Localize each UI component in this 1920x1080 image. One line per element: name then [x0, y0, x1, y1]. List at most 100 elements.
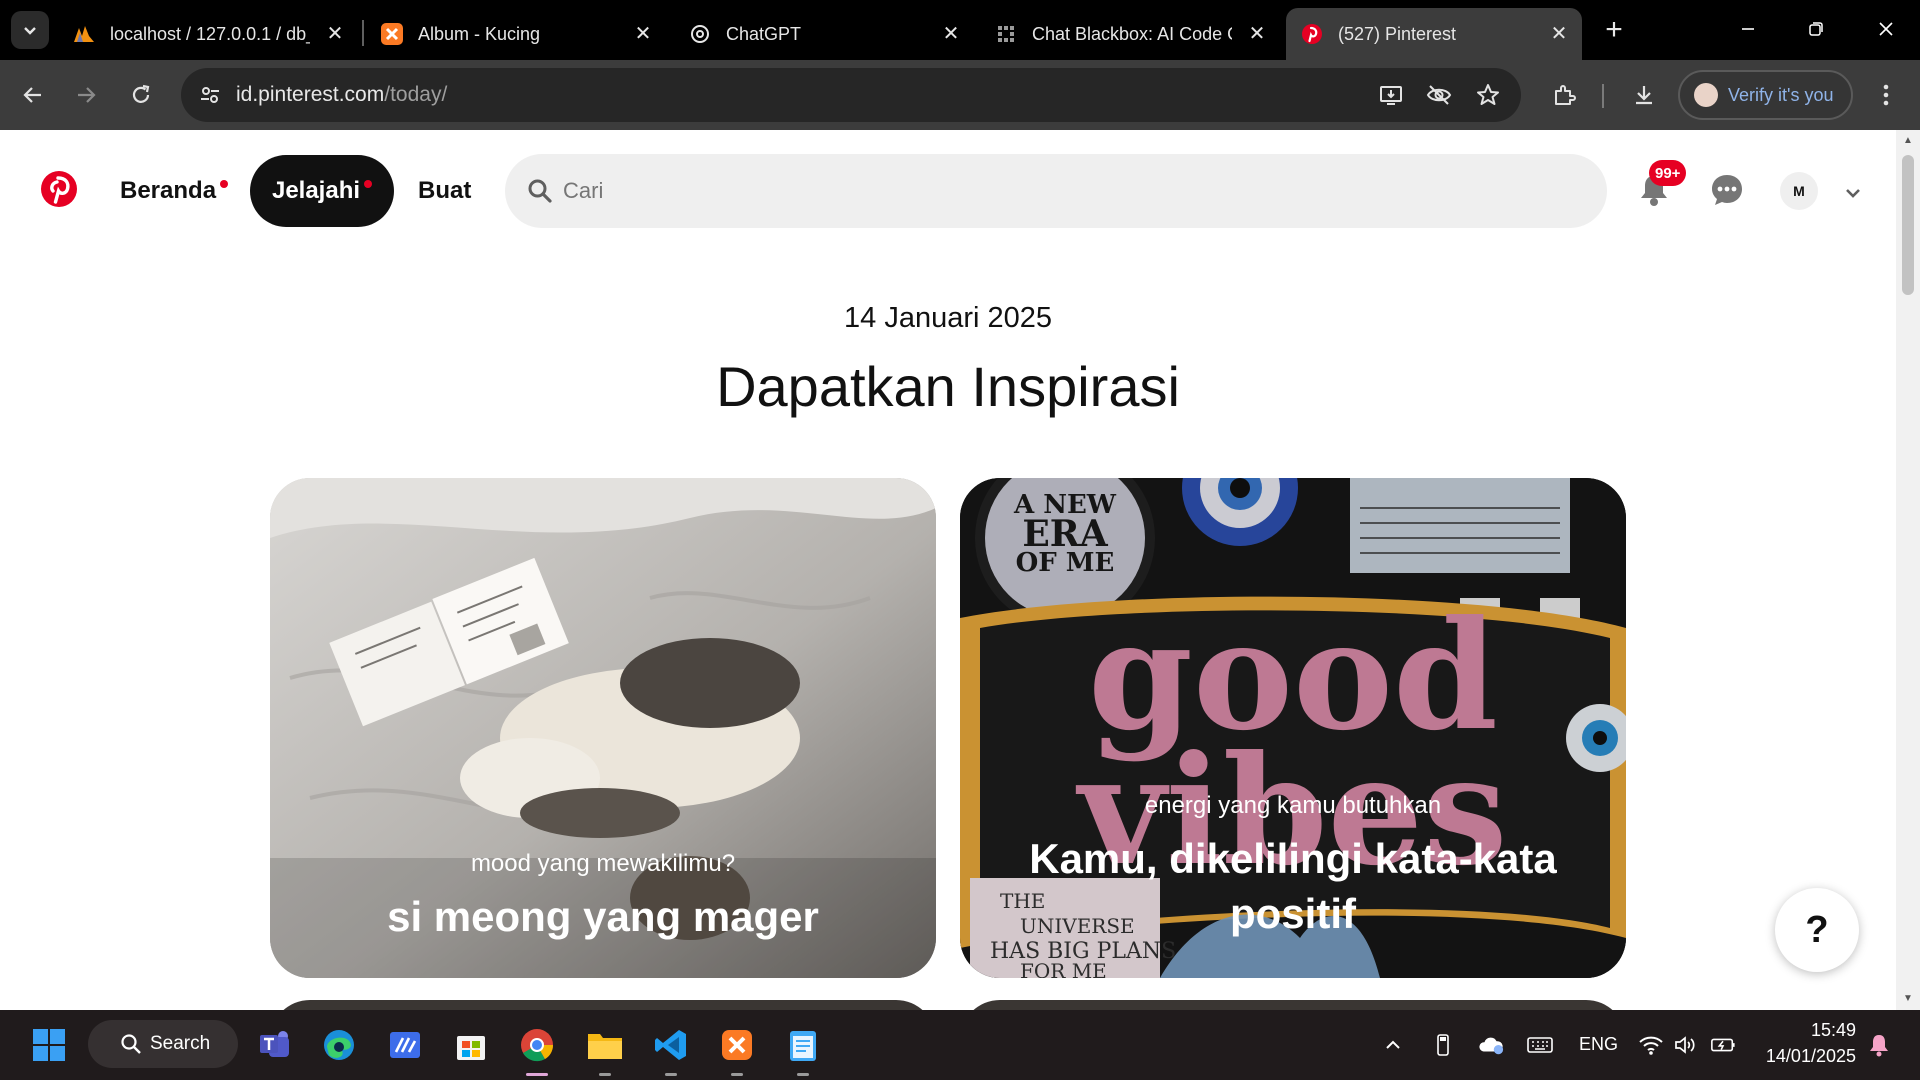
- notification-dot: [220, 180, 229, 188]
- pinterest-logo[interactable]: [40, 170, 78, 208]
- notification-bell-icon[interactable]: [1866, 1032, 1892, 1058]
- minimize-icon: [1742, 28, 1754, 30]
- file-explorer-app[interactable]: [582, 1022, 628, 1076]
- close-tab-icon[interactable]: ✕: [940, 22, 962, 45]
- tab-pinterest[interactable]: (527) Pinterest ✕: [1286, 8, 1582, 60]
- usb-device-icon[interactable]: [1430, 1032, 1456, 1058]
- close-icon: [1879, 22, 1893, 36]
- nav-create-link[interactable]: Buat: [418, 155, 471, 227]
- close-window-button[interactable]: [1866, 12, 1906, 46]
- new-tab-button[interactable]: +: [1598, 13, 1630, 46]
- account-menu-button[interactable]: [1838, 178, 1868, 208]
- chrome-app[interactable]: [514, 1022, 560, 1076]
- phpmyadmin-icon: [72, 22, 96, 46]
- xampp-app[interactable]: [714, 1022, 760, 1076]
- chat-bubble-icon: [1712, 175, 1742, 205]
- chevron-down-icon: [24, 27, 36, 35]
- onedrive-icon[interactable]: [1478, 1032, 1504, 1058]
- notification-badge: 99+: [1649, 160, 1687, 186]
- search-bar[interactable]: [505, 154, 1607, 228]
- close-tab-icon[interactable]: ✕: [1246, 22, 1268, 45]
- page-headline: Dapatkan Inspirasi: [716, 355, 1180, 418]
- tab-phpmyadmin[interactable]: localhost / 127.0.0.1 / db_ ✕: [58, 8, 358, 60]
- edge-icon: [324, 1030, 354, 1060]
- pinterest-icon: [1300, 22, 1324, 46]
- start-button[interactable]: [26, 1022, 72, 1068]
- edge-app[interactable]: [316, 1022, 362, 1068]
- tab-album-kucing[interactable]: Album - Kucing ✕: [366, 8, 666, 60]
- search-input[interactable]: [563, 172, 1563, 210]
- open-app-indicator: [731, 1073, 743, 1076]
- install-app-icon[interactable]: [1376, 80, 1406, 110]
- vscode-app[interactable]: [648, 1022, 694, 1076]
- toolbar-divider: [1602, 84, 1604, 108]
- help-button[interactable]: ?: [1775, 888, 1859, 972]
- taskbar-search-label: Search: [150, 1033, 211, 1054]
- vscode-icon: [655, 1030, 686, 1060]
- microsoft-store-app[interactable]: [448, 1022, 494, 1068]
- address-bar[interactable]: id.pinterest.com/today/: [181, 68, 1521, 122]
- close-tab-icon[interactable]: ✕: [632, 22, 654, 45]
- download-icon: [1636, 86, 1652, 105]
- more-vertical-icon: [1883, 84, 1889, 106]
- messages-button[interactable]: [1705, 168, 1749, 212]
- inspiration-card[interactable]: mood yang mewakilimu? si meong yang mage…: [270, 478, 936, 978]
- restore-button[interactable]: [1796, 12, 1836, 46]
- eye-off-icon[interactable]: [1424, 80, 1454, 110]
- back-button[interactable]: [13, 75, 53, 115]
- nav-home-link[interactable]: Beranda: [120, 155, 229, 227]
- profile-avatar[interactable]: M: [1780, 172, 1818, 210]
- active-app-indicator: [526, 1073, 548, 1076]
- address-url[interactable]: id.pinterest.com/today/: [236, 83, 447, 107]
- scrollbar-thumb[interactable]: [1902, 155, 1914, 295]
- verify-label: Verify it's you: [1728, 84, 1834, 105]
- close-tab-icon[interactable]: ✕: [1548, 22, 1570, 45]
- volume-icon[interactable]: [1672, 1032, 1698, 1058]
- notepad-app[interactable]: [780, 1022, 826, 1076]
- vscode-insiders-app[interactable]: [382, 1022, 428, 1068]
- reload-button[interactable]: [121, 75, 161, 115]
- scroll-down-arrow[interactable]: ▼: [1902, 994, 1914, 1004]
- tab-title: (527) Pinterest: [1338, 23, 1457, 44]
- card-title: Kamu, dikelilingi kata-kata positif: [1029, 835, 1557, 937]
- open-app-indicator: [665, 1073, 677, 1076]
- arrow-left-icon: [23, 87, 41, 103]
- nav-explore-link[interactable]: Jelajahi: [250, 155, 394, 227]
- puzzle-icon: [1555, 85, 1576, 105]
- downloads-button[interactable]: [1624, 75, 1664, 115]
- scroll-up-arrow[interactable]: ▲: [1902, 136, 1914, 146]
- close-tab-icon[interactable]: ✕: [324, 22, 346, 45]
- notepad-icon: [790, 1031, 816, 1061]
- teams-app[interactable]: [252, 1022, 298, 1068]
- page-scrollbar[interactable]: ▲ ▼: [1896, 130, 1920, 1010]
- battery-icon[interactable]: [1710, 1032, 1736, 1058]
- minimize-button[interactable]: [1728, 12, 1768, 46]
- pinterest-page: Beranda Jelajahi Buat 99+ M 14 Januari 2…: [0, 130, 1896, 1010]
- taskbar-date[interactable]: 14/01/2025: [1761, 1046, 1856, 1067]
- reload-icon: [132, 84, 150, 103]
- site-settings-icon[interactable]: [195, 80, 225, 110]
- tab-blackbox[interactable]: Chat Blackbox: AI Code G ✕: [980, 8, 1280, 60]
- input-language[interactable]: ENG: [1579, 1034, 1618, 1055]
- chrome-icon: [521, 1029, 554, 1062]
- profile-verify-button[interactable]: Verify it's you: [1678, 70, 1853, 120]
- chevron-up-icon: [1386, 1040, 1400, 1049]
- tab-chatgpt[interactable]: ChatGPT ✕: [674, 8, 974, 60]
- chrome-menu-button[interactable]: [1866, 75, 1906, 115]
- bookmark-star-icon[interactable]: [1473, 80, 1503, 110]
- xampp-icon: [380, 22, 404, 46]
- chatgpt-icon: [688, 22, 712, 46]
- taskbar-time[interactable]: 15:49: [1810, 1020, 1856, 1041]
- browser-tab-strip: localhost / 127.0.0.1 / db_ ✕ Album - Ku…: [0, 0, 1920, 60]
- inspiration-card[interactable]: A NEW ERA OF ME good vibes THE UNIVERSE …: [960, 478, 1626, 978]
- restore-icon: [1809, 22, 1823, 36]
- extensions-button[interactable]: [1544, 75, 1584, 115]
- nav-home-label: Beranda: [120, 177, 217, 204]
- show-hidden-icons-button[interactable]: [1380, 1032, 1406, 1058]
- keyboard-icon[interactable]: [1527, 1032, 1553, 1058]
- wifi-icon[interactable]: [1638, 1032, 1664, 1058]
- taskbar-search[interactable]: Search: [88, 1020, 238, 1068]
- forward-button[interactable]: [66, 75, 106, 115]
- tab-divider: [362, 20, 364, 46]
- tab-search-button[interactable]: [11, 11, 49, 49]
